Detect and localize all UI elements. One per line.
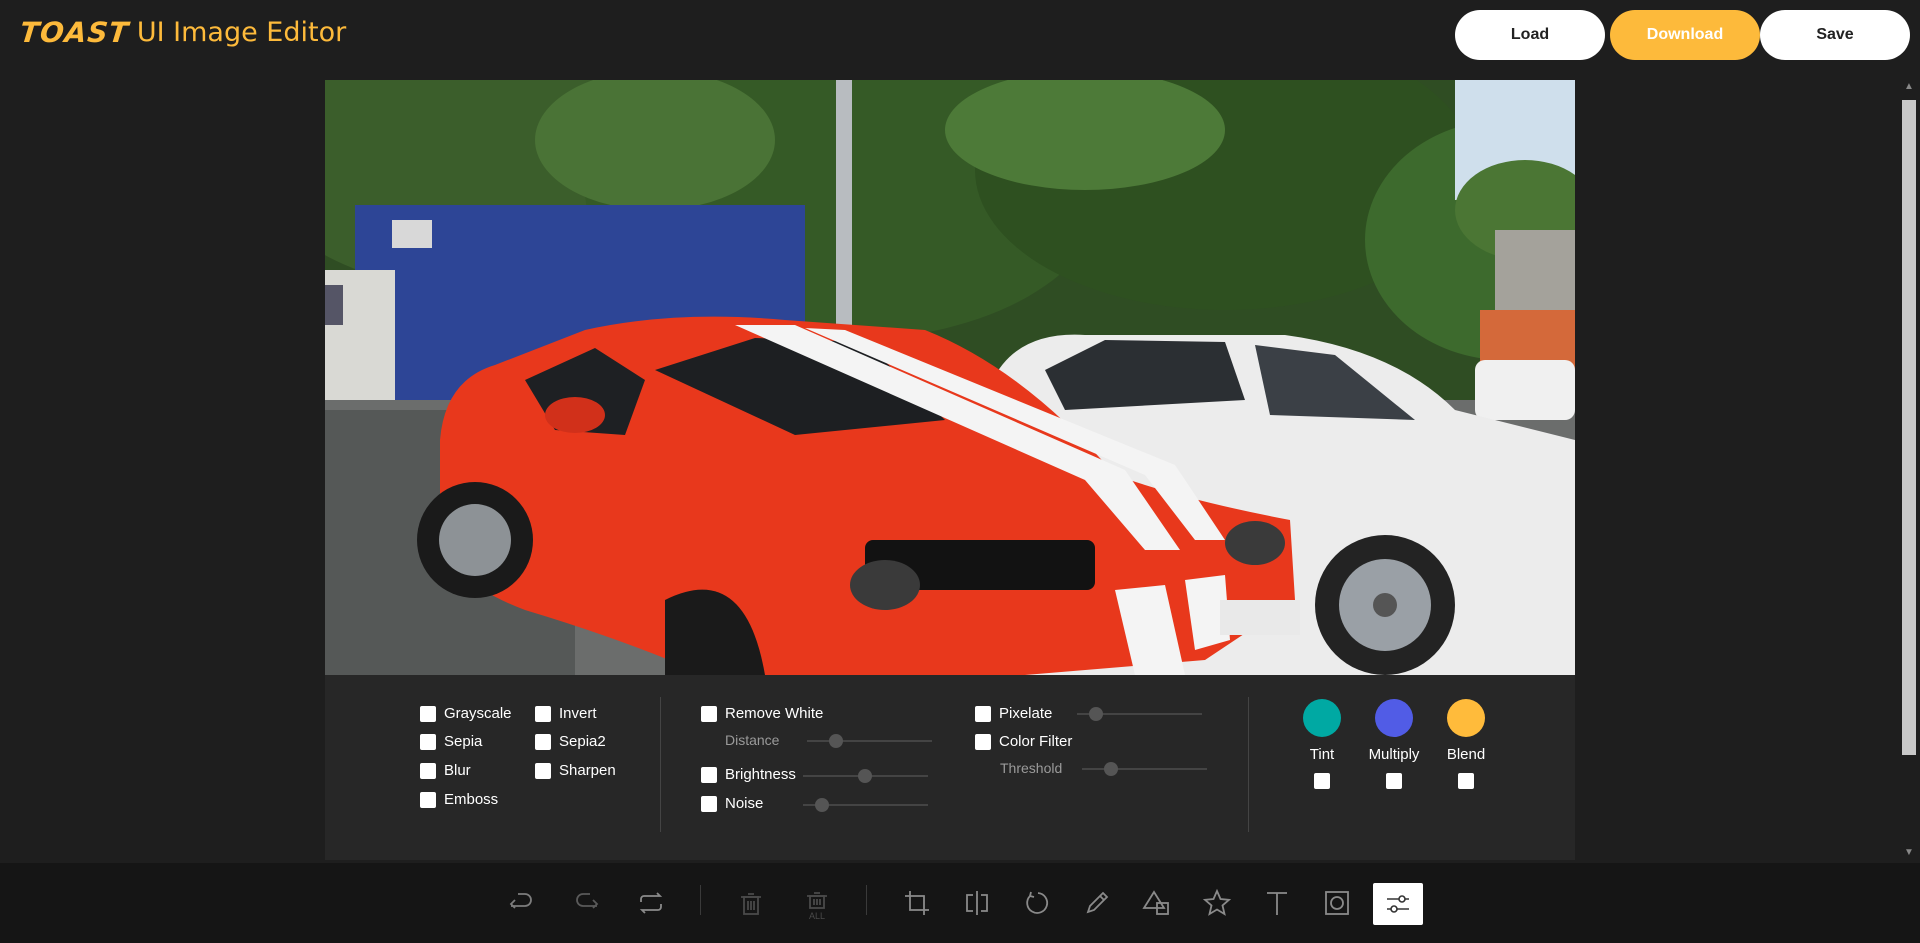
- filter-sepia2[interactable]: Sepia2: [535, 733, 606, 750]
- logo-subtitle: UI Image Editor: [136, 17, 347, 48]
- tint-checkbox[interactable]: [1314, 773, 1330, 789]
- brightness-checkbox[interactable]: [701, 766, 717, 783]
- pixelate-checkbox[interactable]: [975, 705, 991, 722]
- blend-label: Blend: [1446, 746, 1486, 763]
- color-filter-checkbox[interactable]: [975, 733, 991, 750]
- app-logo: TOAST UI Image Editor: [18, 16, 347, 49]
- emboss-label: Emboss: [444, 791, 499, 808]
- reset-icon[interactable]: [633, 885, 669, 921]
- image-canvas[interactable]: [325, 80, 1575, 675]
- divider: [660, 697, 661, 832]
- filter-blur[interactable]: Blur: [420, 762, 471, 779]
- filter-invert[interactable]: Invert: [535, 705, 597, 722]
- rotate-icon[interactable]: [1019, 885, 1055, 921]
- threshold-slider[interactable]: [1082, 762, 1207, 776]
- sharpen-label: Sharpen: [559, 762, 616, 779]
- brightness-knob[interactable]: [858, 769, 872, 783]
- delete-all-text: ALL: [808, 911, 825, 921]
- color-filter-label: Color Filter: [999, 733, 1073, 750]
- divider: [1248, 697, 1249, 832]
- delete-all-icon[interactable]: ALL: [799, 885, 835, 921]
- filter-brightness[interactable]: Brightness: [701, 766, 796, 783]
- sepia2-checkbox[interactable]: [535, 733, 551, 750]
- pixelate-slider[interactable]: [1077, 707, 1202, 721]
- text-icon[interactable]: [1259, 885, 1295, 921]
- scrollbar-thumb[interactable]: [1902, 100, 1916, 755]
- blend-checkbox[interactable]: [1458, 773, 1474, 789]
- pixelate-label: Pixelate: [999, 705, 1053, 722]
- multiply-color-swatch[interactable]: [1375, 699, 1413, 737]
- redo-icon[interactable]: [569, 885, 605, 921]
- sharpen-checkbox[interactable]: [535, 762, 551, 779]
- toolbar-separator: [866, 885, 867, 915]
- sepia-label: Sepia: [444, 733, 483, 750]
- flip-icon[interactable]: [959, 885, 995, 921]
- filter-grayscale[interactable]: Grayscale: [420, 705, 512, 722]
- delete-icon[interactable]: [733, 885, 769, 921]
- icon-icon[interactable]: [1199, 885, 1235, 921]
- mask-icon[interactable]: [1319, 885, 1355, 921]
- distance-label: Distance: [725, 732, 780, 748]
- threshold-label: Threshold: [1000, 760, 1063, 776]
- brightness-slider[interactable]: [803, 769, 928, 783]
- undo-icon[interactable]: [503, 885, 539, 921]
- blur-checkbox[interactable]: [420, 762, 436, 779]
- noise-slider[interactable]: [803, 798, 928, 812]
- filter-color-filter[interactable]: Color Filter: [975, 733, 1072, 750]
- blur-label: Blur: [444, 762, 471, 779]
- filter-sharpen[interactable]: Sharpen: [535, 762, 616, 779]
- threshold-knob[interactable]: [1104, 762, 1118, 776]
- invert-label: Invert: [559, 705, 597, 722]
- filter-submenu: Grayscale Invert Sepia Sepia2 Blur Sharp…: [325, 675, 1575, 860]
- bottom-toolbar: ALL: [0, 863, 1920, 943]
- remove-white-label: Remove White: [725, 705, 824, 722]
- distance-knob[interactable]: [829, 734, 843, 748]
- load-button[interactable]: Load: [1455, 10, 1605, 60]
- canvas-photo: [325, 80, 1575, 675]
- pixelate-knob[interactable]: [1089, 707, 1103, 721]
- save-button[interactable]: Save: [1760, 10, 1910, 60]
- multiply-label: Multiply: [1368, 746, 1420, 763]
- brightness-label: Brightness: [725, 766, 796, 783]
- toolbar-separator: [700, 885, 701, 915]
- sepia-checkbox[interactable]: [420, 733, 436, 750]
- scroll-down-icon[interactable]: ▼: [1903, 846, 1915, 860]
- invert-checkbox[interactable]: [535, 705, 551, 722]
- grayscale-label: Grayscale: [444, 705, 512, 722]
- emboss-checkbox[interactable]: [420, 791, 436, 808]
- noise-label: Noise: [725, 795, 764, 812]
- tint-label: Tint: [1309, 746, 1335, 763]
- filter-emboss[interactable]: Emboss: [420, 791, 498, 808]
- draw-icon[interactable]: [1079, 885, 1115, 921]
- vertical-scrollbar[interactable]: ▲ ▼: [1898, 80, 1920, 860]
- logo-brand: TOAST: [18, 16, 131, 49]
- scroll-up-icon[interactable]: ▲: [1903, 80, 1915, 94]
- remove-white-checkbox[interactable]: [701, 705, 717, 722]
- filter-sepia[interactable]: Sepia: [420, 733, 482, 750]
- grayscale-checkbox[interactable]: [420, 705, 436, 722]
- crop-icon[interactable]: [899, 885, 935, 921]
- distance-slider[interactable]: [807, 734, 932, 748]
- download-button[interactable]: Download: [1610, 10, 1760, 60]
- noise-knob[interactable]: [815, 798, 829, 812]
- filter-pixelate[interactable]: Pixelate: [975, 705, 1052, 722]
- filter-remove-white[interactable]: Remove White: [701, 705, 823, 722]
- app-header: TOAST UI Image Editor Load Download Save: [0, 0, 1920, 70]
- noise-checkbox[interactable]: [701, 795, 717, 812]
- blend-color-swatch[interactable]: [1447, 699, 1485, 737]
- filter-noise[interactable]: Noise: [701, 795, 763, 812]
- shape-icon[interactable]: [1139, 885, 1175, 921]
- tint-color-swatch[interactable]: [1303, 699, 1341, 737]
- multiply-checkbox[interactable]: [1386, 773, 1402, 789]
- filter-icon[interactable]: [1373, 883, 1423, 925]
- sepia2-label: Sepia2: [559, 733, 606, 750]
